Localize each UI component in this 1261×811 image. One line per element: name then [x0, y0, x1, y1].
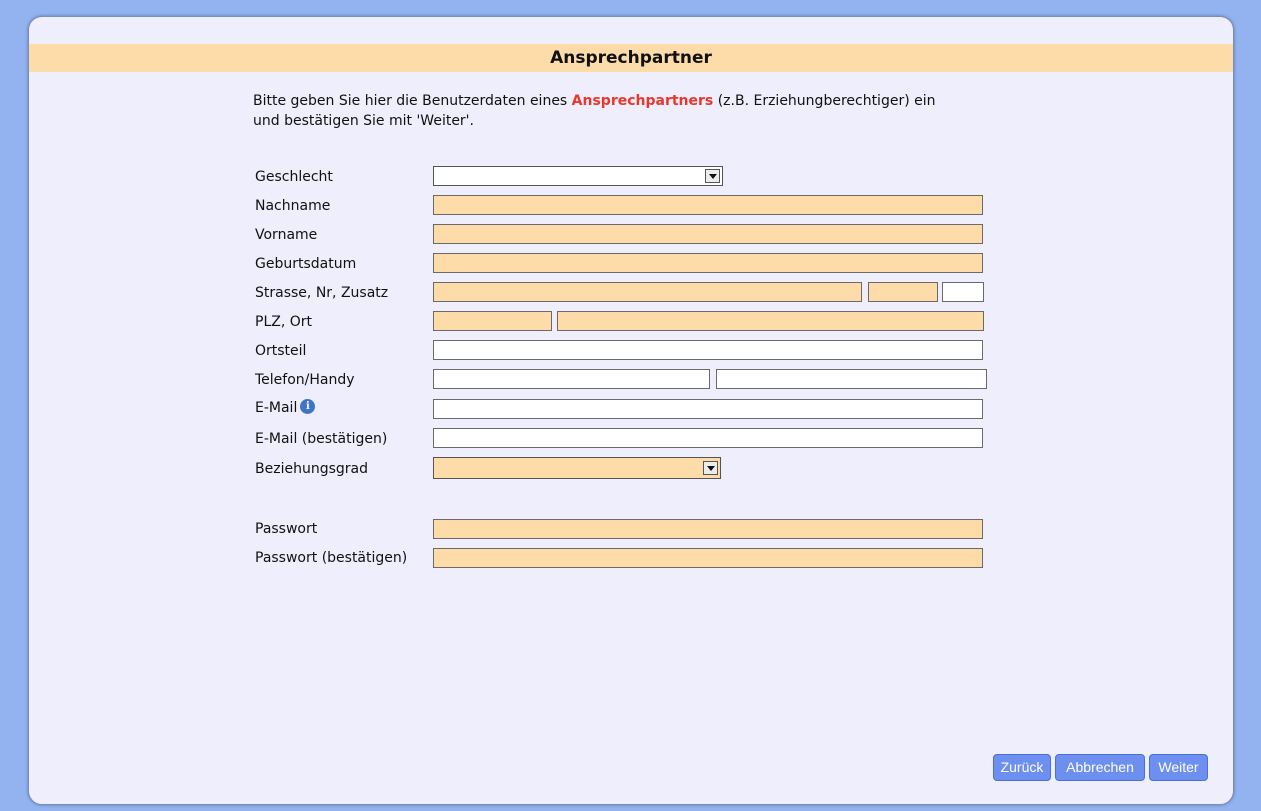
phone-label: Telefon/Handy [255, 372, 355, 388]
mobile-input[interactable] [716, 369, 987, 389]
email-label: E-Mail [255, 400, 298, 416]
house-number-input[interactable] [868, 282, 938, 302]
zip-input[interactable] [433, 311, 552, 331]
intro-text-end: (z.B. Erziehungberechtiger) ein [713, 93, 936, 109]
next-button[interactable]: Weiter [1149, 754, 1208, 781]
lastname-input[interactable] [433, 195, 983, 215]
password-input[interactable] [433, 519, 983, 539]
phone-input[interactable] [433, 369, 710, 389]
firstname-input[interactable] [433, 224, 983, 244]
back-button[interactable]: Zurück [993, 754, 1051, 781]
email-label-wrap: E-Mail i [255, 399, 316, 417]
chevron-down-icon[interactable] [705, 169, 720, 183]
district-label: Ortsteil [255, 343, 307, 359]
birthdate-input[interactable] [433, 253, 983, 273]
dialog-panel: Ansprechpartner Bitte geben Sie hier die… [28, 16, 1234, 805]
email-input[interactable] [433, 399, 983, 419]
intro-text: Bitte geben Sie hier die Benutzerdaten e… [253, 91, 1013, 131]
email-confirm-label: E-Mail (bestätigen) [255, 431, 388, 447]
info-icon[interactable]: i [300, 399, 316, 414]
address-addition-input[interactable] [942, 282, 984, 302]
intro-text-start: Bitte geben Sie hier die Benutzerdaten e… [253, 93, 572, 109]
intro-text-line2: und bestätigen Sie mit 'Weiter'. [253, 113, 474, 129]
page-title: Ansprechpartner [29, 44, 1233, 72]
city-input[interactable] [557, 311, 984, 331]
relation-select[interactable] [433, 457, 721, 479]
district-input[interactable] [433, 340, 983, 360]
lastname-label: Nachname [255, 198, 331, 214]
cancel-button[interactable]: Abbrechen [1055, 754, 1145, 781]
chevron-down-icon[interactable] [703, 461, 718, 475]
street-input[interactable] [433, 282, 862, 302]
zip-city-label: PLZ, Ort [255, 314, 312, 330]
email-confirm-input[interactable] [433, 428, 983, 448]
relation-label: Beziehungsgrad [255, 461, 368, 477]
street-label: Strasse, Nr, Zusatz [255, 285, 389, 301]
gender-select[interactable] [433, 166, 723, 186]
gender-label: Geschlecht [255, 169, 333, 185]
password-label: Passwort [255, 521, 318, 537]
password-confirm-label: Passwort (bestätigen) [255, 550, 408, 566]
password-confirm-input[interactable] [433, 548, 983, 568]
intro-highlight: Ansprechpartners [571, 93, 714, 109]
birthdate-label: Geburtsdatum [255, 256, 357, 272]
firstname-label: Vorname [255, 227, 318, 243]
